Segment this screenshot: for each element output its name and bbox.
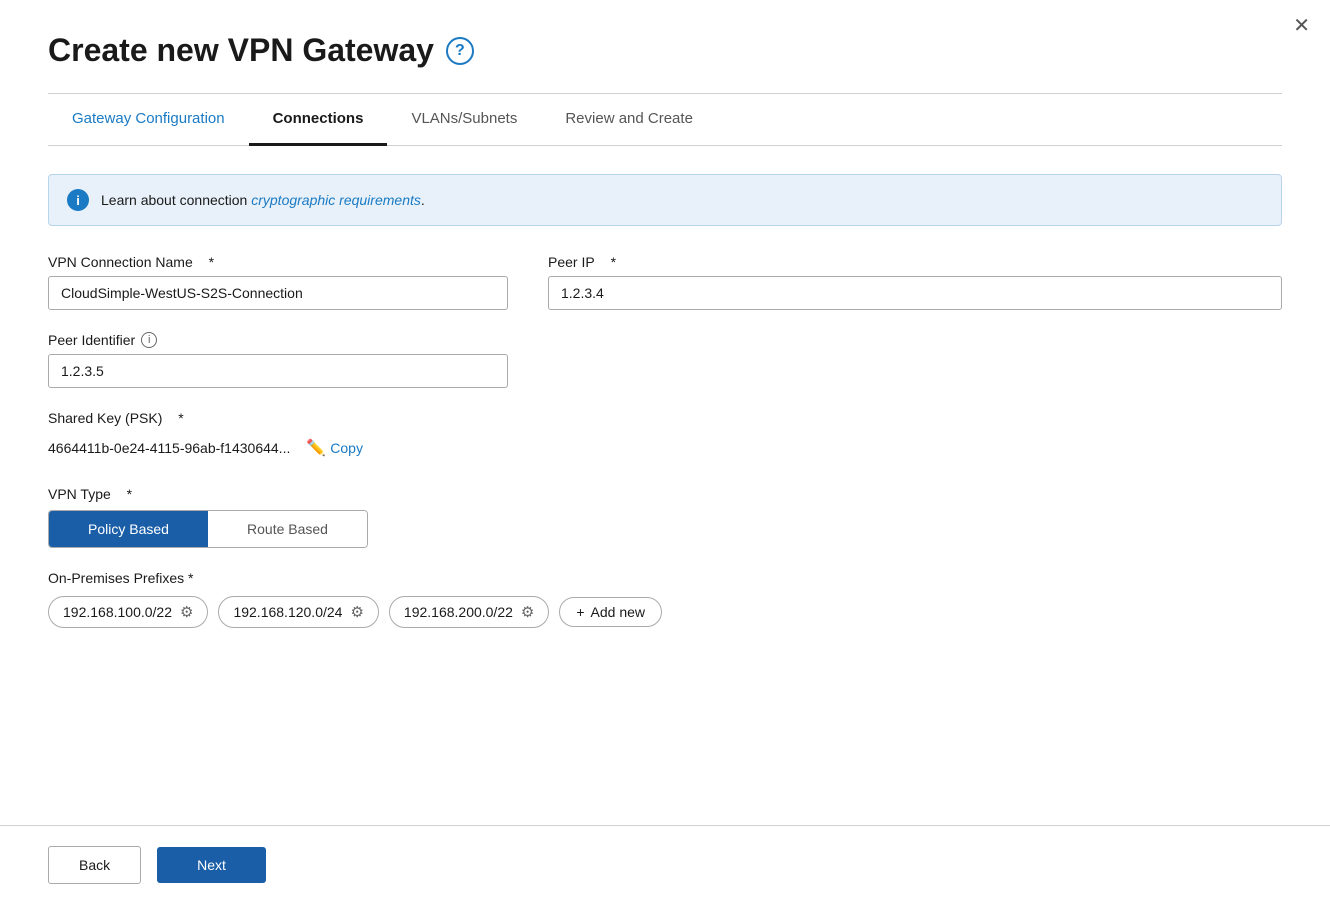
- back-button[interactable]: Back: [48, 846, 141, 884]
- peer-identifier-group: Peer Identifier i: [48, 332, 508, 388]
- create-vpn-gateway-modal: ✕ Create new VPN Gateway ? Gateway Confi…: [0, 0, 1330, 904]
- vpn-type-section: VPN Type * Policy Based Route Based: [48, 486, 1282, 548]
- vpn-connection-name-group: VPN Connection Name *: [48, 254, 508, 310]
- add-new-icon: +: [576, 604, 584, 620]
- form-row-1: VPN Connection Name * Peer IP *: [48, 254, 1282, 310]
- shared-key-group: Shared Key (PSK) * 4664411b-0e24-4115-96…: [48, 410, 1282, 464]
- info-banner-text: Learn about connection cryptographic req…: [101, 192, 425, 208]
- psk-row: 4664411b-0e24-4115-96ab-f1430644... ✏️ C…: [48, 432, 1282, 464]
- modal-title: Create new VPN Gateway: [48, 32, 434, 69]
- peer-ip-input[interactable]: [548, 276, 1282, 310]
- on-premises-prefixes-label: On-Premises Prefixes *: [48, 570, 1282, 586]
- tab-vlans-subnets[interactable]: VLANs/Subnets: [387, 94, 541, 146]
- prefix-value-2: 192.168.200.0/22: [404, 604, 513, 620]
- main-content: i Learn about connection cryptographic r…: [48, 146, 1282, 628]
- help-icon[interactable]: ?: [446, 37, 474, 65]
- peer-identifier-label: Peer Identifier i: [48, 332, 508, 348]
- prefix-settings-icon-1[interactable]: ⚙: [350, 603, 363, 621]
- cryptographic-requirements-link[interactable]: cryptographic requirements: [251, 192, 421, 208]
- tab-connections[interactable]: Connections: [249, 94, 388, 146]
- footer: Back Next: [0, 825, 1330, 904]
- peer-ip-label: Peer IP *: [548, 254, 1282, 270]
- peer-identifier-info-icon[interactable]: i: [141, 332, 157, 348]
- tab-review-and-create[interactable]: Review and Create: [541, 94, 717, 146]
- info-icon: i: [67, 189, 89, 211]
- peer-ip-required: *: [611, 254, 616, 270]
- shared-key-label: Shared Key (PSK) *: [48, 410, 1282, 426]
- prefix-pill-1: 192.168.120.0/24 ⚙: [218, 596, 378, 628]
- on-premises-prefixes-section: On-Premises Prefixes * 192.168.100.0/22 …: [48, 570, 1282, 628]
- prefix-value-1: 192.168.120.0/24: [233, 604, 342, 620]
- vpn-type-label: VPN Type *: [48, 486, 1282, 502]
- vpn-connection-name-input[interactable]: [48, 276, 508, 310]
- psk-value: 4664411b-0e24-4115-96ab-f1430644...: [48, 440, 290, 456]
- vpn-type-policy-based[interactable]: Policy Based: [49, 511, 208, 547]
- on-premises-prefixes-required: *: [188, 570, 193, 586]
- peer-identifier-input[interactable]: [48, 354, 508, 388]
- copy-icon: ✏️: [306, 438, 326, 458]
- copy-label: Copy: [330, 440, 363, 456]
- next-button[interactable]: Next: [157, 847, 266, 883]
- modal-title-row: Create new VPN Gateway ?: [48, 32, 1282, 69]
- vpn-connection-name-required: *: [209, 254, 214, 270]
- prefixes-row: 192.168.100.0/22 ⚙ 192.168.120.0/24 ⚙ 19…: [48, 596, 1282, 628]
- close-button[interactable]: ✕: [1293, 16, 1310, 36]
- copy-psk-button[interactable]: ✏️ Copy: [300, 436, 369, 460]
- vpn-type-toggle: Policy Based Route Based: [48, 510, 368, 548]
- vpn-type-route-based[interactable]: Route Based: [208, 511, 367, 547]
- prefix-settings-icon-0[interactable]: ⚙: [180, 603, 193, 621]
- tabs-bar: Gateway Configuration Connections VLANs/…: [48, 94, 1282, 146]
- prefix-pill-0: 192.168.100.0/22 ⚙: [48, 596, 208, 628]
- add-new-label: Add new: [591, 604, 645, 620]
- form-row-2: Peer Identifier i: [48, 332, 1282, 388]
- prefix-value-0: 192.168.100.0/22: [63, 604, 172, 620]
- shared-key-required: *: [178, 410, 183, 426]
- vpn-type-required: *: [127, 486, 132, 502]
- prefix-pill-2: 192.168.200.0/22 ⚙: [389, 596, 549, 628]
- tab-gateway-configuration[interactable]: Gateway Configuration: [48, 94, 249, 146]
- vpn-connection-name-label: VPN Connection Name *: [48, 254, 508, 270]
- info-banner: i Learn about connection cryptographic r…: [48, 174, 1282, 226]
- add-new-prefix-button[interactable]: + Add new: [559, 597, 662, 627]
- peer-ip-group: Peer IP *: [548, 254, 1282, 310]
- form-row-3: Shared Key (PSK) * 4664411b-0e24-4115-96…: [48, 410, 1282, 464]
- prefix-settings-icon-2[interactable]: ⚙: [521, 603, 534, 621]
